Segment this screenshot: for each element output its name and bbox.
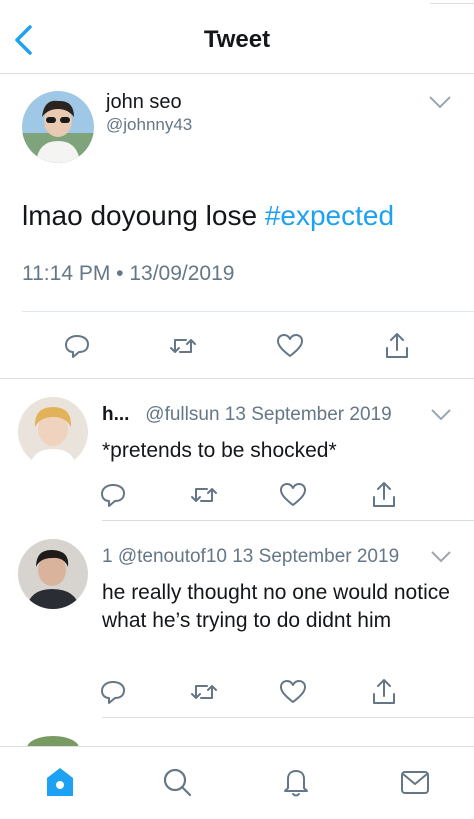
header-bar: Tweet xyxy=(0,0,474,74)
reply-header: h... @fullsun 13 September 2019 xyxy=(102,404,392,426)
author-handle[interactable]: @johnny43 xyxy=(106,115,192,135)
like-icon xyxy=(277,334,303,357)
tweet-text-body: lmao doyoung lose xyxy=(22,200,265,231)
reply-divider xyxy=(102,717,474,718)
tab-notifications[interactable] xyxy=(279,765,313,799)
search-icon xyxy=(163,768,192,797)
reply-actions xyxy=(0,480,474,510)
reply-item[interactable]: 1 @tenoutof10 13 September 2019 he reall… xyxy=(0,522,474,717)
reply-author-name[interactable]: 1 xyxy=(102,546,113,567)
reply-text: *pretends to be shocked* xyxy=(102,439,337,462)
reply-button[interactable] xyxy=(98,677,128,707)
reply-divider xyxy=(102,520,474,521)
retweet-icon xyxy=(191,488,217,502)
hashtag-link[interactable]: #expected xyxy=(265,200,394,231)
like-icon xyxy=(280,483,306,506)
page-title: Tweet xyxy=(203,26,271,53)
next-reply-peek xyxy=(0,728,474,746)
chevron-down-icon xyxy=(431,551,451,563)
retweet-icon xyxy=(170,339,196,353)
retweet-icon xyxy=(191,685,217,699)
reply-button[interactable] xyxy=(62,331,92,361)
tweet-text: lmao doyoung lose #expected xyxy=(22,200,394,232)
reply-avatar[interactable] xyxy=(18,539,88,609)
reply-handle-date: @fullsun 13 September 2019 xyxy=(145,404,392,425)
chevron-down-icon xyxy=(429,96,451,109)
reply-more-button[interactable] xyxy=(430,550,452,564)
tab-home[interactable] xyxy=(43,765,77,799)
reply-icon xyxy=(101,484,125,507)
top-edge-divider xyxy=(430,0,474,4)
reply-author-name[interactable]: h... xyxy=(102,404,129,425)
like-button[interactable] xyxy=(278,677,308,707)
reply-button[interactable] xyxy=(98,480,128,510)
reply-icon xyxy=(65,335,89,358)
reply-actions xyxy=(0,677,474,707)
author-avatar[interactable] xyxy=(22,91,94,163)
tweet-actions xyxy=(0,331,474,361)
chevron-down-icon xyxy=(431,409,451,421)
retweet-button[interactable] xyxy=(168,331,198,361)
reply-avatar[interactable] xyxy=(18,397,88,467)
messages-icon xyxy=(401,771,429,794)
tab-search[interactable] xyxy=(160,765,194,799)
like-icon xyxy=(280,680,306,703)
bottom-tab-bar xyxy=(0,746,474,819)
section-divider xyxy=(0,378,474,379)
author-name[interactable]: john seo xyxy=(106,91,182,114)
like-button[interactable] xyxy=(275,331,305,361)
more-options-button[interactable] xyxy=(428,94,452,110)
share-icon xyxy=(386,333,408,358)
reply-header: 1 @tenoutof10 13 September 2019 xyxy=(102,546,399,568)
retweet-button[interactable] xyxy=(189,480,219,510)
tab-messages[interactable] xyxy=(398,765,432,799)
share-button[interactable] xyxy=(382,331,412,361)
like-button[interactable] xyxy=(278,480,308,510)
reply-icon xyxy=(101,681,125,704)
retweet-button[interactable] xyxy=(189,677,219,707)
home-icon xyxy=(47,768,73,796)
reply-item[interactable]: h... @fullsun 13 September 2019 *pretend… xyxy=(0,380,474,520)
divider xyxy=(22,311,474,312)
reply-more-button[interactable] xyxy=(430,408,452,422)
tweet-timestamp: 11:14 PM • 13/09/2019 xyxy=(22,262,235,285)
reply-handle-date: @tenoutof10 13 September 2019 xyxy=(117,546,400,567)
share-icon xyxy=(373,679,395,704)
reply-text: he really thought no one would notice wh… xyxy=(102,581,450,632)
notifications-icon xyxy=(284,770,308,797)
share-button[interactable] xyxy=(369,677,399,707)
share-icon xyxy=(373,482,395,507)
share-button[interactable] xyxy=(369,480,399,510)
